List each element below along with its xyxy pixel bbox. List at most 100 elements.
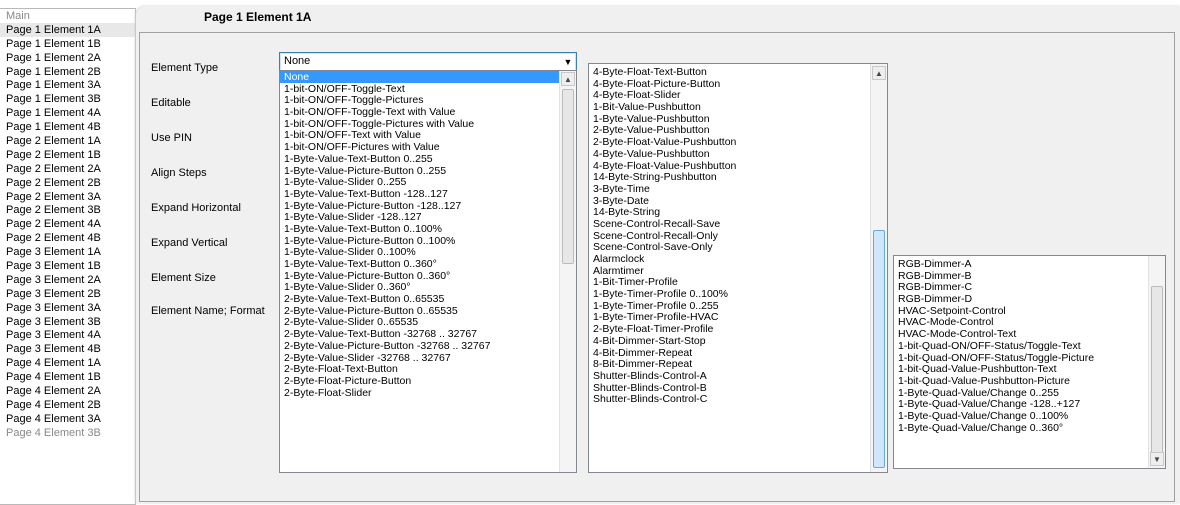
list-item[interactable]: 1-Byte-Value-Slider 0..360° (280, 281, 576, 294)
list-item[interactable]: 1-bit-Quad-Value-Pushbutton-Text (894, 363, 1165, 375)
list-item[interactable]: 2-Byte-Value-Picture-Button 0..65535 (280, 305, 576, 317)
list-item[interactable]: 1-Byte-Quad-Value/Change 0..360° (894, 422, 1165, 434)
tree-item[interactable]: Page 4 Element 3B (0, 426, 135, 440)
list-item[interactable]: 2-Byte-Value-Slider 0..65535 (280, 316, 576, 329)
list-item[interactable]: 1-Byte-Value-Text-Button 0..255 (280, 153, 576, 165)
list-item[interactable]: 4-Bit-Dimmer-Start-Stop (589, 335, 887, 347)
list-item[interactable]: Shutter-Blinds-Control-A (589, 370, 887, 382)
list-item[interactable]: 1-Byte-Value-Text-Button 0..360° (280, 258, 576, 270)
list-item[interactable]: 2-Byte-Float-Text-Button (280, 363, 576, 375)
list-item[interactable]: 14-Byte-String (589, 206, 887, 218)
tree-item[interactable]: Page 3 Element 1A (0, 245, 135, 259)
list-item[interactable]: 8-Bit-Dimmer-Repeat (589, 358, 887, 370)
list-item[interactable]: 1-Byte-Value-Picture-Button 0..255 (280, 165, 576, 177)
tree-item[interactable]: Page 1 Element 4B (0, 120, 135, 134)
tree-item[interactable]: Page 2 Element 4B (0, 231, 135, 245)
element-type-list-2[interactable]: 4-Byte-Float-Text-Button 4-Byte-Float-Pic… (588, 63, 888, 473)
list-item[interactable]: HVAC-Setpoint-Control (894, 305, 1165, 317)
list-item[interactable]: 14-Byte-String-Pushbutton (589, 171, 887, 183)
list-item[interactable]: 1-bit-ON/OFF-Text with Value (280, 129, 576, 142)
list-item[interactable]: 1-Byte-Quad-Value/Change -128..+127 (894, 398, 1165, 410)
list-item[interactable]: 2-Byte-Float-Picture-Button (280, 375, 576, 387)
list-item[interactable]: 1-Byte-Value-Pushbutton (589, 113, 887, 125)
list-item[interactable]: 1-Byte-Timer-Profile-HVAC (589, 311, 887, 324)
arrow-up-icon[interactable]: ▲ (561, 72, 575, 86)
list-item[interactable]: RGB-Dimmer-C (894, 281, 1165, 294)
list-item[interactable]: Scene-Control-Recall-Save (589, 218, 887, 230)
list-item[interactable]: 2-Byte-Float-Slider (280, 387, 576, 399)
tree-item-main[interactable]: Main (0, 9, 135, 23)
arrow-down-icon[interactable]: ▼ (1150, 452, 1164, 466)
element-type-list-1[interactable]: None 1-bit-ON/OFF-Toggle-Text 1-bit-ON/OFF… (279, 70, 577, 473)
tree-item[interactable]: Page 1 Element 3B (0, 92, 135, 106)
list-item[interactable]: 2-Byte-Float-Timer-Profile (589, 323, 887, 335)
scrollbar[interactable]: ▼ (1148, 256, 1165, 468)
list-item[interactable]: 4-Byte-Value-Pushbutton (589, 148, 887, 160)
list-item[interactable]: 1-Byte-Value-Slider 0..255 (280, 176, 576, 188)
list-item[interactable]: Alarmclock (589, 253, 887, 265)
list-item[interactable]: 3-Byte-Date (589, 195, 887, 207)
list-item[interactable]: 2-Byte-Value-Pushbutton (589, 124, 887, 137)
tree-item[interactable]: Page 1 Element 1A (0, 22, 135, 37)
tree-item[interactable]: Page 2 Element 4A (0, 217, 135, 231)
tree-item[interactable]: Page 3 Element 2B (0, 287, 135, 301)
list-item[interactable]: Scene-Control-Recall-Only (589, 230, 887, 242)
list-item[interactable]: 3-Byte-Time (589, 183, 887, 195)
list-item[interactable]: 2-Byte-Value-Text-Button -32768 .. 32767 (280, 328, 576, 340)
tree-item[interactable]: Page 3 Element 4B (0, 342, 135, 356)
tree-item[interactable]: Page 2 Element 3A (0, 190, 135, 204)
tree-item[interactable]: Page 2 Element 2B (0, 176, 135, 190)
list-item[interactable]: 1-bit-Quad-Value-Pushbutton-Picture (894, 375, 1165, 387)
list-item[interactable]: 4-Byte-Float-Slider (589, 89, 887, 102)
list-item[interactable]: Scene-Control-Save-Only (589, 241, 887, 253)
tree-item[interactable]: Page 2 Element 1B (0, 148, 135, 162)
tree-item[interactable]: Page 1 Element 3A (0, 78, 135, 92)
scrollbar[interactable]: ▲ (559, 71, 576, 472)
element-type-list-3[interactable]: RGB-Dimmer-A RGB-Dimmer-B RGB-Dimmer-C RGB-… (893, 255, 1166, 469)
list-item[interactable]: 2-Byte-Float-Value-Pushbutton (589, 136, 887, 148)
element-type-select[interactable]: None ▼ (279, 52, 577, 72)
scroll-thumb[interactable] (873, 230, 885, 468)
tree-item[interactable]: Page 2 Element 3B (0, 203, 135, 217)
list-item[interactable]: 4-Byte-Float-Picture-Button (589, 78, 887, 90)
tree-item[interactable]: Page 3 Element 1B (0, 259, 135, 273)
list-item[interactable]: RGB-Dimmer-D (894, 293, 1165, 305)
tree-item[interactable]: Page 1 Element 1B (0, 37, 135, 51)
tree-item[interactable]: Page 4 Element 2A (0, 384, 135, 398)
tree-item[interactable]: Page 3 Element 3B (0, 315, 135, 329)
list-item[interactable]: HVAC-Mode-Control-Text (894, 328, 1165, 340)
list-item[interactable]: 2-Byte-Value-Slider -32768 .. 32767 (280, 352, 576, 364)
list-item[interactable]: RGB-Dimmer-A (894, 258, 1165, 270)
list-item[interactable]: 1-Byte-Value-Picture-Button 0..360° (280, 270, 576, 282)
list-item[interactable]: RGB-Dimmer-B (894, 270, 1165, 282)
tree-item[interactable]: Page 4 Element 3A (0, 412, 135, 426)
tree-item[interactable]: Page 4 Element 1B (0, 370, 135, 384)
tree-item[interactable]: Page 2 Element 1A (0, 134, 135, 148)
list-item[interactable]: 1-Bit-Value-Pushbutton (589, 101, 887, 113)
list-item[interactable]: 1-bit-ON/OFF-Pictures with Value (280, 141, 576, 153)
list-item[interactable]: 2-Byte-Value-Text-Button 0..65535 (280, 293, 576, 305)
list-item[interactable]: 1-bit-Quad-ON/OFF-Status/Toggle-Text (894, 340, 1165, 352)
list-item[interactable]: 1-Byte-Value-Slider -128..127 (280, 211, 576, 223)
list-item[interactable]: Alarmtimer (589, 265, 887, 277)
list-item[interactable]: 1-bit-Quad-ON/OFF-Status/Toggle-Picture (894, 352, 1165, 364)
list-item[interactable]: 1-bit-ON/OFF-Toggle-Pictures with Value (280, 118, 576, 130)
list-item[interactable]: 4-Bit-Dimmer-Repeat (589, 347, 887, 359)
scroll-thumb[interactable] (562, 89, 574, 264)
list-item[interactable]: 1-Byte-Value-Picture-Button -128..127 (280, 200, 576, 212)
list-item[interactable]: 1-Byte-Timer-Profile 0..255 (589, 300, 887, 312)
tree-item[interactable]: Page 1 Element 2A (0, 51, 135, 65)
tree-item[interactable]: Page 1 Element 2B (0, 65, 135, 79)
tree-item[interactable]: Page 3 Element 2A (0, 273, 135, 287)
scrollbar[interactable]: ▲ (870, 64, 887, 472)
list-item[interactable]: 1-Byte-Value-Text-Button 0..100% (280, 223, 576, 235)
list-item[interactable]: 1-Byte-Timer-Profile 0..100% (589, 288, 887, 300)
list-item[interactable]: HVAC-Mode-Control (894, 316, 1165, 329)
list-item[interactable]: 1-bit-ON/OFF-Toggle-Text with Value (280, 106, 576, 118)
list-item[interactable]: 1-bit-ON/OFF-Toggle-Text (280, 83, 576, 95)
arrow-up-icon[interactable]: ▲ (872, 66, 886, 80)
list-item[interactable]: 1-Byte-Quad-Value/Change 0..100% (894, 410, 1165, 422)
tree-item[interactable]: Page 4 Element 1A (0, 356, 135, 370)
list-item[interactable]: None (280, 71, 576, 83)
list-item[interactable]: 1-Bit-Timer-Profile (589, 276, 887, 289)
